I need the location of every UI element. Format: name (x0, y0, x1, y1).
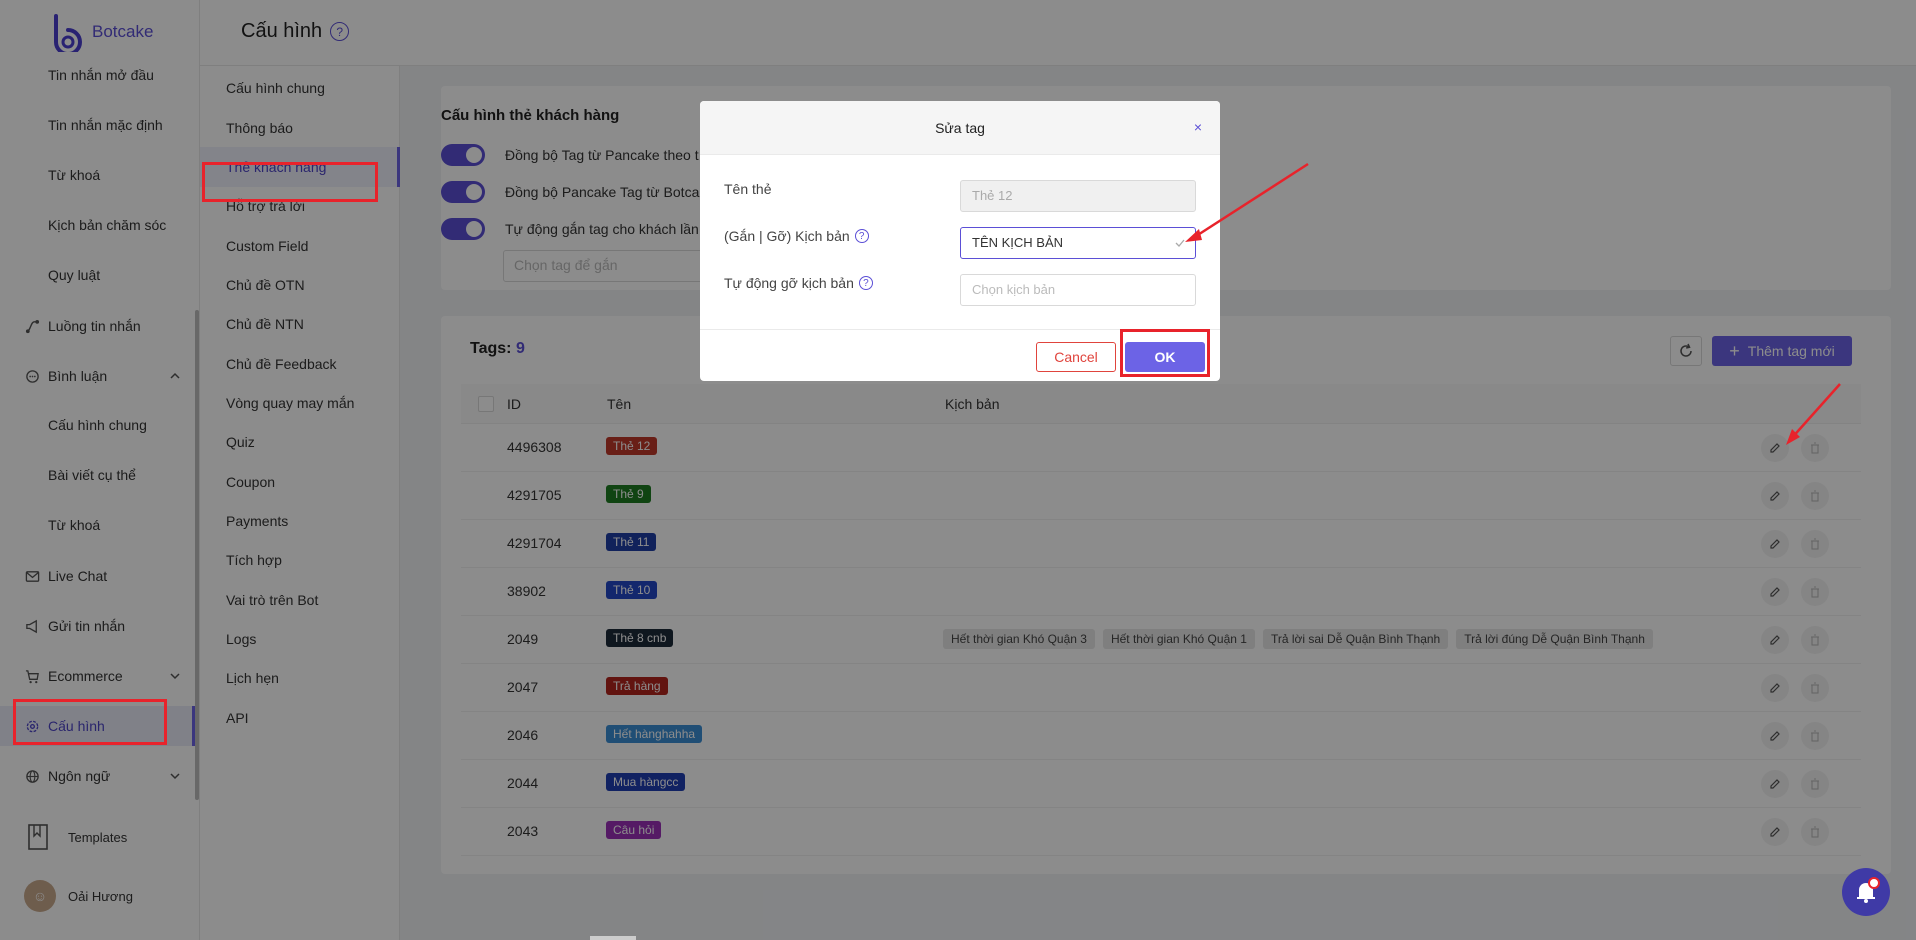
modal-title: Sửa tag (935, 119, 985, 136)
scroll-indicator (590, 936, 636, 940)
highlight-config (13, 699, 167, 745)
auto-remove-label: Tự động gỡ kịch bản? (724, 275, 873, 291)
modal-header: Sửa tag × (700, 101, 1220, 155)
close-icon[interactable]: × (1194, 119, 1202, 135)
help-icon[interactable]: ? (858, 276, 873, 290)
highlight-ok (1120, 329, 1210, 377)
script-select[interactable]: TÊN KỊCH BẢN (960, 227, 1196, 259)
script-select-value: TÊN KỊCH BẢN (972, 235, 1064, 250)
auto-remove-label-text: Tự động gỡ kịch bản (724, 275, 854, 291)
bell-icon (1857, 883, 1875, 903)
tag-name-input[interactable]: Thẻ 12 (960, 180, 1196, 212)
script-label-text: (Gắn | Gỡ) Kịch bản (724, 228, 850, 244)
auto-remove-select[interactable]: Chọn kịch bản (960, 274, 1196, 306)
notification-bell-button[interactable] (1842, 868, 1890, 916)
checkmark-icon (1175, 239, 1185, 247)
highlight-customer-tags (202, 162, 378, 202)
tag-name-label: Tên thẻ (724, 181, 772, 197)
cancel-button[interactable]: Cancel (1036, 342, 1116, 372)
help-icon[interactable]: ? (854, 229, 869, 243)
script-label: (Gắn | Gỡ) Kịch bản? (724, 228, 869, 244)
